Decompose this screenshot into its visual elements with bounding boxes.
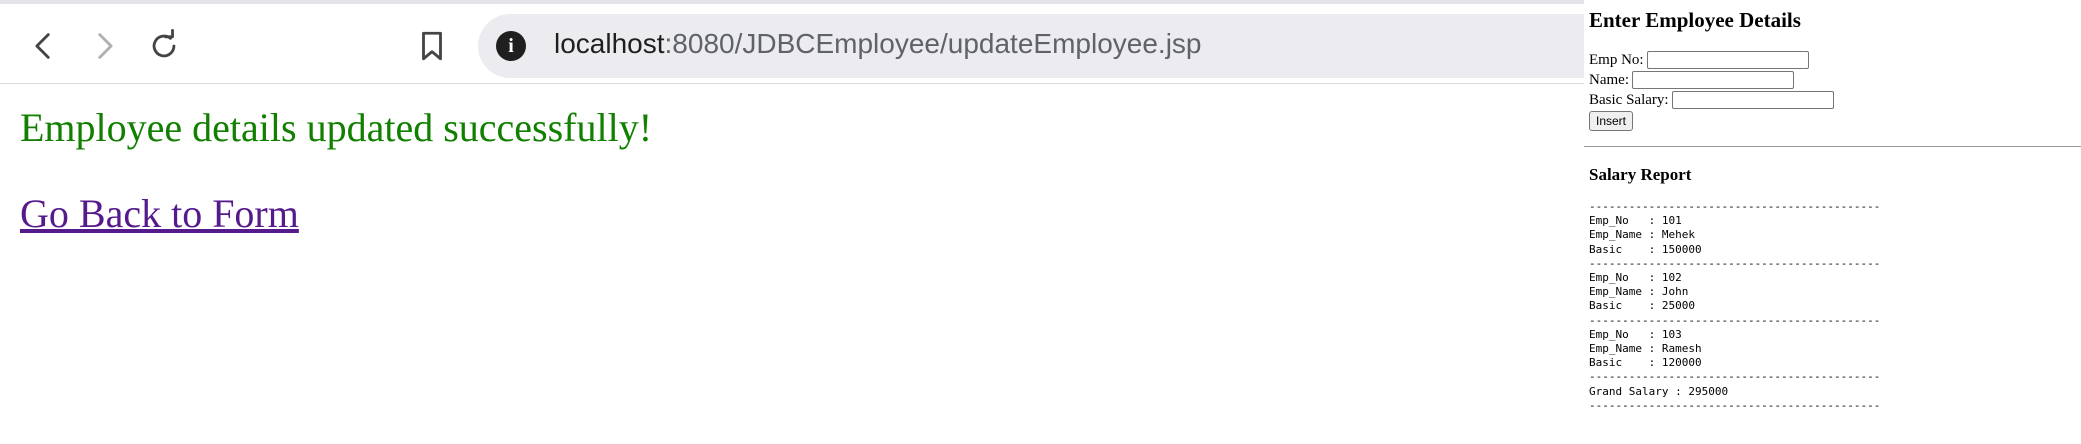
back-to-form-link[interactable]: Go Back to Form (20, 190, 299, 237)
reload-icon (152, 29, 176, 58)
divider (1584, 146, 2081, 147)
record-basic: Basic : 120000 (1589, 356, 1702, 370)
success-message: Employee details updated successfully! (20, 105, 653, 150)
bookmark-button[interactable] (408, 22, 456, 70)
chevron-right-icon (98, 33, 113, 59)
salary-row: Basic Salary: (1589, 91, 1834, 109)
record-empno: Emp_No : 102 (1589, 271, 1682, 285)
report-separator: ----------------------------------------… (1589, 200, 1881, 213)
employee-form-panel: Enter Employee Details Emp No: Name: Bas… (1584, 0, 2081, 444)
reload-button[interactable] (140, 22, 188, 70)
name-input[interactable] (1631, 71, 1794, 89)
record-name: Emp_Name : John (1589, 285, 1689, 299)
report-record: Emp_No : 101 Emp_Name : Mehek Basic : 15… (1589, 214, 1880, 257)
record-name: Emp_Name : Mehek (1589, 228, 1695, 242)
name-label: Name: (1589, 71, 1629, 88)
salary-input[interactable] (1671, 91, 1834, 109)
report-title: Salary Report (1589, 165, 1692, 184)
chevron-left-icon (35, 33, 50, 59)
salary-label: Basic Salary: (1589, 91, 1669, 108)
grand-salary: Grand Salary : 295000 (1589, 384, 1729, 398)
forward-button[interactable] (80, 22, 128, 70)
empno-input[interactable] (1646, 51, 1809, 69)
record-empno: Emp_No : 103 (1589, 327, 1682, 341)
report-separator: ----------------------------------------… (1589, 398, 1881, 412)
record-basic: Basic : 150000 (1589, 242, 1702, 256)
empno-label: Emp No: (1589, 51, 1644, 68)
report-record: Emp_No : 103 Emp_Name : Ramesh Basic : 1… (1589, 328, 1880, 371)
report-separator: ----------------------------------------… (1589, 256, 1881, 270)
report-separator: ----------------------------------------… (1589, 313, 1881, 327)
info-icon[interactable]: i (496, 31, 526, 61)
bookmark-icon (422, 31, 442, 61)
record-basic: Basic : 25000 (1589, 299, 1695, 313)
form-title: Enter Employee Details (1589, 8, 1801, 32)
report-separator: ----------------------------------------… (1589, 370, 1881, 384)
report-record: Emp_No : 102 Emp_Name : John Basic : 250… (1589, 271, 1880, 314)
name-row: Name: (1589, 71, 1794, 89)
record-name: Emp_Name : Ramesh (1589, 342, 1702, 356)
browser-toolbar: i localhost:8080/JDBCEmployee/updateEmpl… (0, 0, 1584, 84)
record-empno: Emp_No : 101 (1589, 214, 1682, 228)
url-host: localhost (554, 28, 665, 59)
salary-report: ----------------------------------------… (1589, 200, 1880, 413)
empno-row: Emp No: (1589, 51, 1809, 69)
back-button[interactable] (20, 22, 68, 70)
address-bar[interactable]: i localhost:8080/JDBCEmployee/updateEmpl… (478, 14, 1584, 78)
insert-button[interactable]: Insert (1589, 111, 1634, 131)
url-text[interactable]: localhost:8080/JDBCEmployee/updateEmploy… (554, 28, 1202, 60)
url-path: :8080/JDBCEmployee/updateEmployee.jsp (664, 28, 1202, 59)
